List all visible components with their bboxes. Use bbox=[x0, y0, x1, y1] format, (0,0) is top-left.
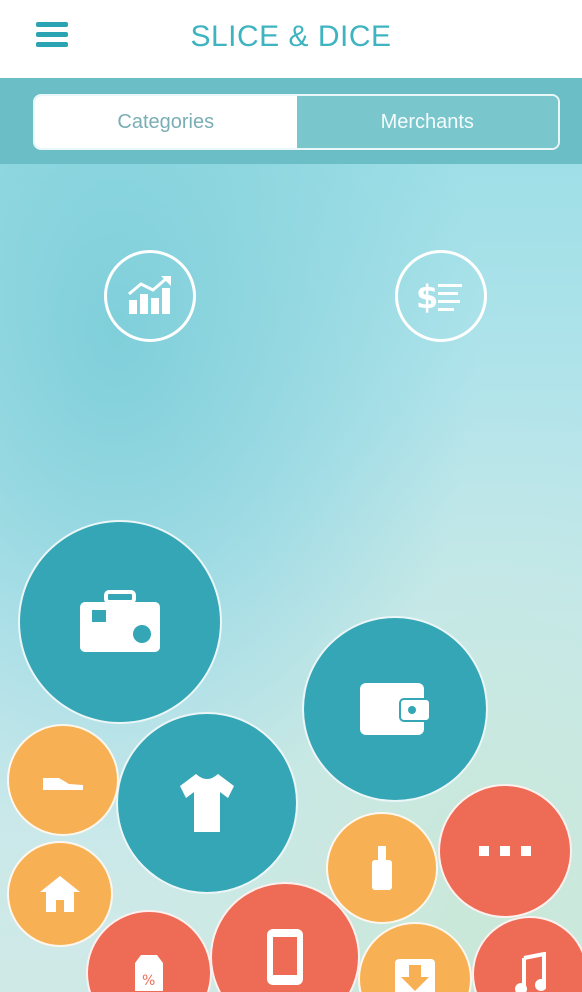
app-screen: SLICE & DICE Categories Merchants $ % bbox=[0, 0, 582, 992]
download-icon bbox=[395, 959, 435, 992]
bottle-icon bbox=[372, 846, 392, 890]
dollar-list-icon: $ bbox=[416, 278, 462, 316]
tab-merchants[interactable]: Merchants bbox=[296, 96, 558, 148]
header: SLICE & DICE bbox=[0, 0, 582, 78]
more-dots-icon bbox=[479, 846, 531, 856]
music-note-icon bbox=[515, 952, 546, 992]
mobile-phone-icon bbox=[267, 929, 303, 985]
svg-text:$: $ bbox=[416, 278, 438, 316]
grocery-bubble[interactable] bbox=[326, 812, 438, 924]
bubble-area: $ % bbox=[0, 164, 582, 992]
price-tag-icon: % bbox=[135, 955, 163, 991]
discount-bubble[interactable]: % bbox=[86, 910, 212, 992]
dollar-list-button[interactable]: $ bbox=[395, 250, 487, 342]
tab-categories[interactable]: Categories bbox=[35, 96, 297, 148]
growth-chart-icon bbox=[128, 276, 171, 314]
home-bubble[interactable] bbox=[7, 841, 113, 947]
travel-suitcase-icon bbox=[80, 590, 160, 652]
wallet-bubble[interactable] bbox=[302, 616, 488, 802]
tshirt-icon bbox=[180, 774, 234, 832]
shoes-bubble[interactable] bbox=[7, 724, 119, 836]
music-bubble[interactable] bbox=[472, 916, 582, 992]
growth-chart-button[interactable] bbox=[104, 250, 196, 342]
travel-bubble[interactable] bbox=[18, 520, 222, 724]
shoe-icon bbox=[43, 778, 83, 790]
house-icon bbox=[40, 876, 80, 912]
app-title: SLICE & DICE bbox=[190, 20, 392, 53]
wallet-icon bbox=[360, 683, 431, 735]
segment-bar: Categories Merchants bbox=[0, 78, 582, 164]
clothing-bubble[interactable] bbox=[116, 712, 298, 894]
other-bubble[interactable] bbox=[438, 784, 572, 918]
svg-text:%: % bbox=[142, 973, 155, 989]
downloads-bubble[interactable] bbox=[358, 922, 472, 992]
segmented-control: Categories Merchants bbox=[33, 94, 560, 150]
